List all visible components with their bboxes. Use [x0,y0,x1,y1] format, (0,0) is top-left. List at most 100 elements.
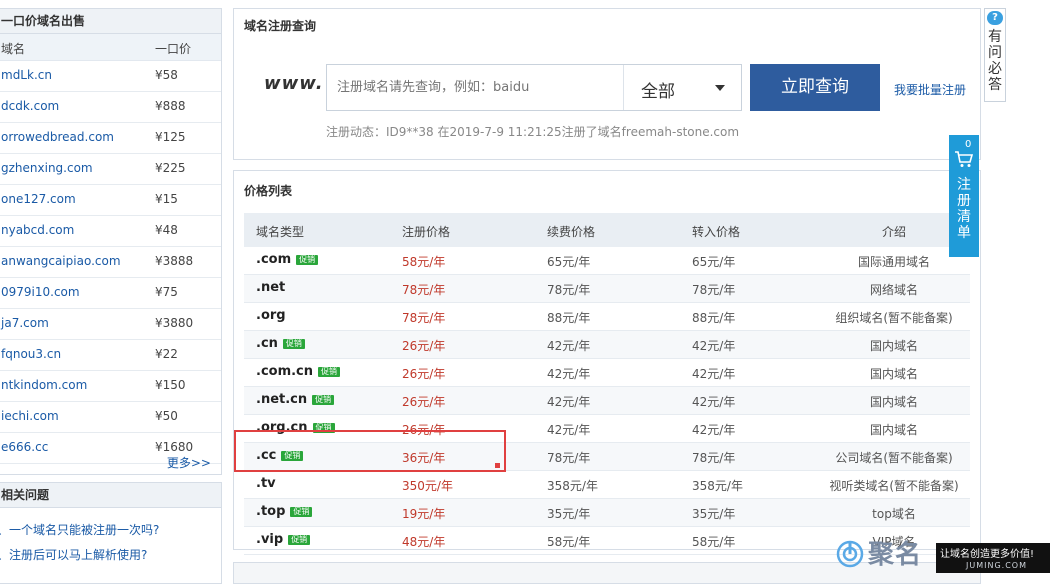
register-list-float-button[interactable]: 0 注册清单 [949,135,979,257]
fixed-price-value: ¥22 [155,347,178,361]
register-price: 26元/年 [402,367,446,381]
fixed-price-row: iechi.com ¥50 [0,402,221,433]
bulk-register-link[interactable]: 我要批量注册 [894,81,966,98]
domain-suffix: .com [256,252,292,267]
price-row: .com 促销 58元/年 65元/年 65元/年 国际通用域名 [244,247,970,275]
fixed-price-row: nyabcd.com ¥48 [0,216,221,247]
fixed-price-domain-link[interactable]: dcdk.com [1,99,59,113]
qa-float-button[interactable]: ? 有问必答 [984,8,1006,102]
renew-price: 65元/年 [547,255,591,269]
renew-price: 35元/年 [547,507,591,521]
promo-tag: 促销 [318,366,341,377]
registration-news: 注册动态：ID9**38 在2019-7-9 11:21:25注册了域名free… [326,125,740,139]
domain-intro: 视听类域名(暂不能备案) [829,479,959,493]
fixed-price-domain-link[interactable]: orrowedbread.com [1,130,114,144]
price-row: .net.cn 促销 26元/年 42元/年 42元/年 国内域名 [244,387,970,415]
fixed-price-panel-title: 一口价域名出售 [0,9,221,34]
fixed-price-value: ¥1680 [155,440,194,454]
price-row: .cn 促销 26元/年 42元/年 42元/年 国内域名 [244,331,970,359]
domain-suffix-cell: .net [256,280,285,295]
price-table-body: .com 促销 58元/年 65元/年 65元/年 国际通用域名 .net 78元/年 78元/… [244,247,970,555]
fixed-price-row: dcdk.com ¥888 [0,92,221,123]
renew-price: 88元/年 [547,311,591,325]
register-price: 58元/年 [402,255,446,269]
watermark-title: 聚名 [868,540,923,570]
col-domain-header: 域名 [1,42,26,56]
www-label: www. [264,73,324,94]
transfer-price: 35元/年 [692,507,736,521]
suffix-select[interactable]: 全部 [627,65,741,110]
qa-float-label: 有问必答 [988,29,1002,93]
header-transfer-price: 转入价格 [692,225,741,239]
fixed-price-domain-link[interactable]: fqnou3.cn [1,347,61,361]
fixed-price-row: fqnou3.cn ¥22 [0,340,221,371]
faq-link-2[interactable]: 、注册后可以马上解析使用? [0,546,147,563]
promo-tag: 促销 [312,394,335,405]
fixed-price-value: ¥150 [155,378,186,392]
register-list-label: 注册清单 [957,177,971,241]
watermark-slogan: 让域名创造更多价值! [940,549,1035,560]
juming-logo-icon [836,540,864,568]
fixed-price-row: anwangcaipiao.com ¥3888 [0,247,221,278]
fixed-price-domain-link[interactable]: gzhenxing.com [1,161,93,175]
domain-intro: 国内域名 [869,423,918,437]
transfer-price: 42元/年 [692,395,736,409]
fixed-price-value: ¥48 [155,223,178,237]
fixed-price-domain-link[interactable]: mdLk.cn [1,68,52,82]
domain-suffix: .net.cn [256,392,308,407]
domain-intro: top域名 [872,507,916,521]
query-now-button[interactable]: 立即查询 [750,64,880,111]
renew-price: 42元/年 [547,339,591,353]
more-domains-link[interactable]: 更多>> [167,454,211,471]
domain-suffix: .com.cn [256,364,314,379]
fixed-price-value: ¥50 [155,409,178,423]
highlight-annotation-box [234,430,506,472]
register-price: 26元/年 [402,339,446,353]
transfer-price: 65元/年 [692,255,736,269]
domain-intro: 组织域名(暂不能备案) [835,311,953,325]
transfer-price: 358元/年 [692,479,743,493]
renew-price: 358元/年 [547,479,598,493]
fixed-price-value: ¥3880 [155,316,194,330]
watermark-box: 让域名创造更多价值! JUMING.COM [936,543,1050,573]
fixed-price-domain-link[interactable]: iechi.com [1,409,59,423]
fixed-price-domain-link[interactable]: nyabcd.com [1,223,74,237]
fixed-price-domain-link[interactable]: anwangcaipiao.com [1,254,121,268]
domain-suffix-cell: .top 促销 [256,504,313,519]
renew-price: 42元/年 [547,395,591,409]
price-table: 域名类型 注册价格 续费价格 转入价格 介绍 .com 促销 58元/年 65元/年 6… [244,213,970,555]
related-questions-title: 相关问题 [0,483,221,508]
renew-price: 42元/年 [547,367,591,381]
price-row: .com.cn 促销 26元/年 42元/年 42元/年 国内域名 [244,359,970,387]
fixed-price-row: mdLk.cn ¥58 [0,61,221,92]
domain-intro: 国际通用域名 [857,255,930,269]
fixed-price-domain-panel: 一口价域名出售 域名 一口价 mdLk.cn ¥58 dcdk.com ¥888 orr… [0,8,222,475]
fixed-price-domain-link[interactable]: 0979i10.com [1,285,80,299]
fixed-price-list: mdLk.cn ¥58 dcdk.com ¥888 orrowedbread.com ¥1… [0,61,221,464]
header-domain-type: 域名类型 [256,225,305,239]
register-price: 78元/年 [402,283,446,297]
fixed-price-domain-link[interactable]: e666.cc [1,440,48,454]
fixed-price-domain-link[interactable]: one127.com [1,192,76,206]
price-list-title: 价格列表 [244,184,293,198]
domain-suffix: .top [256,504,286,519]
price-row: .org 78元/年 88元/年 88元/年 组织域名(暂不能备案) [244,303,970,331]
domain-suffix-cell: .com 促销 [256,252,319,267]
suffix-select-value: 全部 [641,82,675,102]
domain-search-input[interactable] [327,65,621,110]
domain-suffix: .org [256,308,286,323]
faq-link-1[interactable]: 、一个域名只能被注册一次吗? [0,521,159,538]
highlight-annotation-handle [495,463,500,468]
price-row: .top 促销 19元/年 35元/年 35元/年 top域名 [244,499,970,527]
register-price: 78元/年 [402,311,446,325]
transfer-price: 78元/年 [692,283,736,297]
register-price: 48元/年 [402,535,446,549]
fixed-price-domain-link[interactable]: ja7.com [1,316,49,330]
fixed-price-row: one127.com ¥15 [0,185,221,216]
related-questions-panel: 相关问题 、一个域名只能被注册一次吗? 、注册后可以马上解析使用? [0,482,222,584]
fixed-price-value: ¥58 [155,68,178,82]
domain-suffix-cell: .cn 促销 [256,336,305,351]
transfer-price: 42元/年 [692,339,736,353]
domain-suffix: .cn [256,336,278,351]
fixed-price-domain-link[interactable]: ntkindom.com [1,378,87,392]
